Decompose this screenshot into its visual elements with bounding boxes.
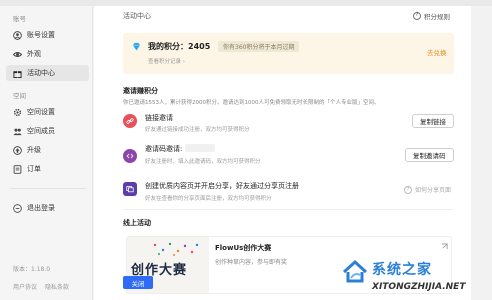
- invite-summary: 你已邀请1553人，累计获得2000积分。邀请达到1000人可免费领取无时长限制…: [123, 100, 380, 106]
- sidebar-item-space-settings[interactable]: 空间设置: [6, 104, 89, 120]
- share-page-subtitle: 好友在查看你的分享页面后注册，双方均可获得积分: [145, 196, 272, 202]
- section-divider: [123, 209, 454, 210]
- my-points: 我的积分：2405: [148, 42, 211, 51]
- sidebar-footer-links: 用户协议 隐私条款: [13, 282, 69, 291]
- share-page-title: 创建优质内容页并开启分享，好友通过分享页注册: [145, 182, 299, 190]
- sidebar-item-label: 空间成员: [27, 127, 55, 135]
- sidebar-item-activity-center[interactable]: 活动中心: [6, 65, 89, 81]
- contest-title: FlowUs创作大赛: [215, 244, 272, 252]
- share-icon: [123, 182, 137, 196]
- contest-subtitle: 创作种草内容，参与即有奖: [215, 259, 288, 266]
- how-to-share-link[interactable]: ? 如何分享页面: [404, 185, 451, 194]
- sidebar-item-label: 空间设置: [27, 108, 55, 116]
- invite-code-mask: [185, 144, 215, 152]
- privacy-policy-link[interactable]: 隐私条款: [45, 282, 69, 291]
- watermark-text: 系统之家: [372, 262, 432, 278]
- diamond-icon: [132, 42, 141, 51]
- upgrade-icon: [13, 145, 22, 155]
- members-icon: [13, 127, 22, 136]
- sidebar-item-label: 外观: [27, 50, 41, 58]
- points-record-link[interactable]: 查看积分记录 ›: [148, 57, 185, 65]
- points-rules-label: 积分规则: [424, 13, 450, 21]
- settings-sidebar: 账号 账号设置 外观 活动中心 空间 空间设置 空间成员 升级 订单 退出登录 …: [0, 6, 93, 300]
- exchange-button[interactable]: 去兑换: [427, 47, 447, 57]
- invite-code-subtitle: 好友注册时，填入此邀请码，双方均可获得积分: [145, 159, 261, 165]
- points-card: 我的积分：2405 你有360积分将于本月过期 查看积分记录 › 去兑换: [123, 33, 454, 74]
- sidebar-item-orders[interactable]: 订单: [6, 161, 89, 177]
- sidebar-item-upgrade[interactable]: 升级: [6, 142, 89, 158]
- link-invite-title: 链接邀请: [145, 114, 173, 122]
- expire-badge: 你有360积分将于本月过期: [218, 41, 300, 52]
- sidebar-item-account-settings[interactable]: 账号设置: [6, 27, 89, 43]
- how-to-share-label: 如何分享页面: [415, 187, 452, 194]
- sidebar-item-label: 升级: [27, 146, 41, 154]
- code-icon: [123, 149, 137, 163]
- points-rules-link[interactable]: ? 积分规则: [413, 11, 450, 21]
- version-text: 版本：1.18.0: [13, 266, 51, 273]
- page-title: 活动中心: [123, 12, 151, 20]
- logout-label: 退出登录: [27, 204, 55, 212]
- copy-link-button[interactable]: 复制链接: [412, 114, 454, 128]
- eye-icon: [13, 50, 22, 59]
- gear-icon: [13, 108, 22, 117]
- logout-button[interactable]: 退出登录: [6, 200, 89, 216]
- link-icon: [123, 114, 137, 128]
- close-button[interactable]: 关闭: [123, 276, 153, 289]
- gift-icon: [13, 69, 22, 78]
- logout-icon: [13, 203, 22, 213]
- sidebar-item-label: 订单: [27, 165, 41, 173]
- watermark-url: XITONGZHIJIA.NET: [372, 282, 466, 292]
- user-agreement-link[interactable]: 用户协议: [13, 282, 37, 291]
- link-invite-subtitle: 好友通过链接成功注册，双方均可获得积分: [145, 127, 250, 133]
- sidebar-item-label: 账号设置: [27, 31, 55, 39]
- space-section-title: 空间: [13, 92, 26, 100]
- question-icon: ?: [404, 185, 412, 194]
- sidebar-item-label: 活动中心: [27, 69, 55, 77]
- user-icon: [13, 30, 22, 40]
- account-section-title: 账号: [13, 15, 26, 23]
- sidebar-item-appearance[interactable]: 外观: [6, 46, 89, 62]
- watermark-logo: [342, 259, 368, 283]
- copy-invite-code-button[interactable]: 复制邀请码: [405, 148, 454, 162]
- order-icon: [13, 164, 22, 174]
- sidebar-item-space-members[interactable]: 空间成员: [6, 123, 89, 139]
- online-activity-heading: 线上活动: [123, 219, 151, 227]
- question-icon: ?: [413, 12, 421, 20]
- invite-heading: 邀请赚积分: [123, 87, 158, 95]
- sidebar-divider: [10, 188, 86, 189]
- confetti-decoration: [153, 242, 199, 256]
- site-watermark: 系统之家 XITONGZHIJIA.NET: [338, 248, 492, 300]
